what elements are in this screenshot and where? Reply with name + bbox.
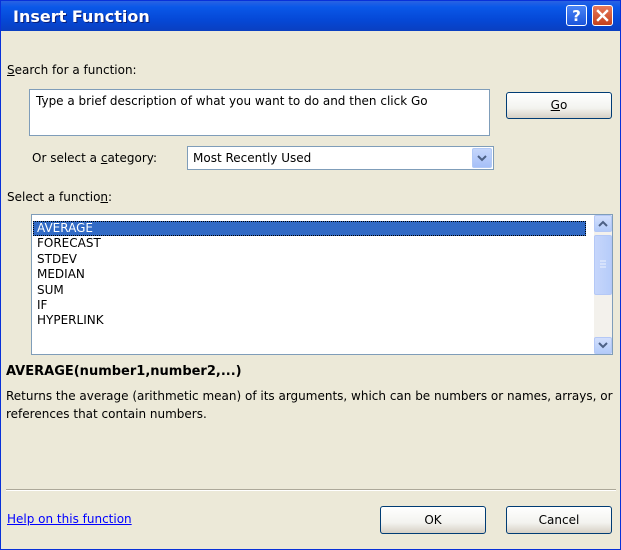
arrow-down-icon xyxy=(598,342,608,349)
function-signature: AVERAGE(number1,number2,...) xyxy=(6,364,242,379)
grip-icon xyxy=(600,260,606,268)
function-description: Returns the average (arithmetic mean) of… xyxy=(6,389,613,421)
divider xyxy=(6,489,616,491)
scroll-thumb[interactable] xyxy=(594,235,612,295)
category-dropdown-button[interactable] xyxy=(472,148,492,168)
search-label: Search for a function: xyxy=(7,63,137,77)
arrow-up-icon xyxy=(598,220,608,227)
svg-text:?: ? xyxy=(572,7,581,25)
title-bar[interactable]: Insert Function ? xyxy=(1,1,620,31)
close-icon xyxy=(596,9,609,22)
function-list-item[interactable]: IF xyxy=(33,298,586,313)
function-list-item[interactable]: FORECAST xyxy=(33,236,586,251)
category-selected-value: Most Recently Used xyxy=(193,151,312,165)
insert-function-dialog: Insert Function ? Search for a function:… xyxy=(0,0,621,550)
category-select[interactable]: Most Recently Used xyxy=(187,146,494,170)
help-link[interactable]: Help on this function xyxy=(7,512,132,526)
help-button[interactable]: ? xyxy=(566,5,587,26)
function-list-item[interactable]: STDEV xyxy=(33,252,586,267)
go-button[interactable]: Go xyxy=(506,92,612,119)
scroll-down-button[interactable] xyxy=(594,337,612,354)
function-list-item[interactable]: SUM xyxy=(33,283,586,298)
ok-button[interactable]: OK xyxy=(380,506,486,534)
help-icon: ? xyxy=(572,7,581,25)
search-input[interactable]: Type a brief description of what you wan… xyxy=(29,89,490,136)
chevron-down-icon xyxy=(477,155,487,162)
cancel-button[interactable]: Cancel xyxy=(506,506,612,534)
function-list-item[interactable]: AVERAGE xyxy=(33,221,586,237)
function-list-item[interactable]: HYPERLINK xyxy=(33,313,586,328)
category-label: Or select a category: xyxy=(32,151,158,165)
close-button[interactable] xyxy=(592,5,613,26)
dialog-title: Insert Function xyxy=(13,7,150,26)
function-list-scrollbar[interactable] xyxy=(594,215,612,354)
function-list[interactable]: AVERAGE FORECAST STDEV MEDIAN SUM IF HYP… xyxy=(31,214,613,355)
scroll-up-button[interactable] xyxy=(594,215,612,232)
function-list-item[interactable]: MEDIAN xyxy=(33,267,586,282)
function-list-label: Select a function: xyxy=(7,190,113,204)
